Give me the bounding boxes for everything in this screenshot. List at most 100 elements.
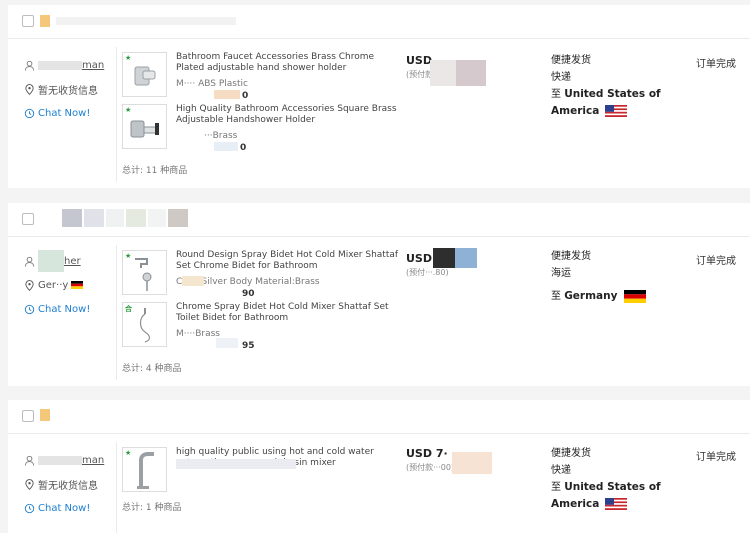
- us-flag-icon: [605, 498, 628, 510]
- user-icon: [24, 60, 35, 71]
- buyer-location: 暂无收货信息: [38, 480, 98, 492]
- shipping-carrier: 海运: [551, 268, 571, 279]
- product-attributes: M····Brass: [176, 329, 220, 339]
- clock-icon: [24, 108, 35, 118]
- redacted-block: [182, 276, 204, 286]
- product-thumbnail[interactable]: ★: [122, 52, 167, 97]
- chat-now-label: Chat Now!: [38, 303, 91, 315]
- redacted-block: [126, 209, 146, 227]
- tag-icon: ★: [125, 54, 132, 62]
- germany-flag-icon: [623, 289, 646, 303]
- us-flag-icon: [605, 105, 628, 117]
- buyer-info: man 暂无收货信息 Chat Now!: [24, 452, 114, 524]
- order-total-items: 总计: 11 种商品: [122, 166, 188, 176]
- destination-country: Germany: [564, 290, 618, 302]
- order-select-checkbox[interactable]: [22, 410, 34, 422]
- product-thumbnail[interactable]: ★: [122, 447, 167, 492]
- redacted-block: [84, 209, 104, 227]
- redacted-block: [176, 459, 296, 469]
- buyer-name-link[interactable]: man: [82, 455, 104, 466]
- product-price: 95: [242, 341, 255, 351]
- redacted-block: [430, 60, 456, 86]
- shipping-info: 便捷发货 快递 至 United States of America: [551, 52, 691, 120]
- clock-icon: [24, 304, 35, 314]
- redacted-block: [56, 17, 236, 25]
- redacted-block: [38, 455, 82, 465]
- buyer-location: Ger··y: [38, 279, 69, 291]
- product-price: 0: [242, 91, 249, 101]
- product-title-link[interactable]: Chrome Spray Bidet Hot Cold Mixer Shatta…: [176, 302, 402, 324]
- shipping-method: 便捷发货: [551, 251, 591, 262]
- redacted-block: [40, 409, 50, 421]
- redacted-block: [62, 209, 82, 227]
- location-pin-icon: [25, 83, 34, 95]
- product-item: ★ high quality public using hot and cold…: [122, 447, 402, 499]
- shipping-carrier: 快递: [551, 72, 571, 83]
- clock-icon: [24, 503, 35, 513]
- buyer-name-link[interactable]: man: [82, 60, 104, 71]
- product-list: ★ high quality public using hot and cold…: [122, 447, 402, 499]
- tag-icon: ★: [125, 449, 132, 457]
- shipping-method: 便捷发货: [551, 448, 591, 459]
- amount-prepaid: (预付···.80): [406, 268, 449, 277]
- product-attributes: Colo··Silver Body Material:Brass: [176, 277, 320, 287]
- user-icon: [24, 256, 35, 267]
- buyer-location: 暂无收货信息: [38, 85, 98, 97]
- order-status: 订单完成: [696, 256, 736, 267]
- chat-now-label: Chat Now!: [38, 502, 91, 514]
- product-title-link[interactable]: High Quality Bathroom Accessories Square…: [176, 104, 402, 126]
- tag-icon: ★: [125, 252, 132, 260]
- redacted-block: [452, 452, 492, 474]
- order-header: [8, 5, 750, 39]
- shipping-carrier: 快递: [551, 465, 571, 476]
- order-select-checkbox[interactable]: [22, 15, 34, 27]
- location-pin-icon: [25, 478, 34, 490]
- redacted-block: [214, 90, 240, 99]
- product-title-link[interactable]: Bathroom Faucet Accessories Brass Chrome…: [176, 52, 402, 74]
- tag-icon: 合: [125, 305, 132, 313]
- destination-country: United States of: [564, 88, 661, 100]
- redacted-block: [148, 209, 166, 227]
- order-total-items: 总计: 1 种商品: [122, 503, 182, 513]
- redacted-block: [456, 60, 486, 86]
- order-total-items: 总计: 4 种商品: [122, 364, 182, 374]
- shipping-method: 便捷发货: [551, 55, 591, 66]
- product-item: ★ Bathroom Faucet Accessories Brass Chro…: [122, 52, 402, 104]
- buyer-info: her Ger··y Chat Now!: [24, 250, 114, 325]
- order-header: [8, 203, 750, 237]
- location-pin-icon: [25, 279, 34, 291]
- redacted-block: [455, 248, 477, 268]
- dest-prefix: 至: [551, 482, 561, 493]
- product-title-link[interactable]: Round Design Spray Bidet Hot Cold Mixer …: [176, 250, 402, 272]
- product-item: ★ Round Design Spray Bidet Hot Cold Mixe…: [122, 250, 402, 302]
- chat-now-link[interactable]: Chat Now!: [24, 301, 114, 317]
- destination-country: America: [551, 498, 600, 510]
- chat-now-link[interactable]: Chat Now!: [24, 500, 114, 516]
- user-icon: [24, 455, 35, 466]
- product-attributes: M···· ABS Plastic: [176, 79, 248, 89]
- chat-now-label: Chat Now!: [38, 107, 91, 119]
- product-attributes: ···Brass: [204, 131, 238, 141]
- product-list: ★ Bathroom Faucet Accessories Brass Chro…: [122, 52, 402, 156]
- order-card: her Ger··y Chat Now! ★ Round Design Spra…: [8, 203, 750, 386]
- redacted-block: [106, 209, 124, 227]
- product-thumbnail[interactable]: 合: [122, 302, 167, 347]
- redacted-block: [40, 15, 50, 27]
- order-status: 订单完成: [696, 59, 736, 70]
- germany-flag-icon: [71, 281, 84, 289]
- product-thumbnail[interactable]: ★: [122, 104, 167, 149]
- product-thumbnail[interactable]: ★: [122, 250, 167, 295]
- chat-now-link[interactable]: Chat Now!: [24, 105, 114, 121]
- tag-icon: ★: [125, 106, 132, 114]
- divider: [116, 245, 117, 380]
- product-item: ★ High Quality Bathroom Accessories Squa…: [122, 104, 402, 156]
- product-price: 90: [242, 289, 255, 299]
- order-select-checkbox[interactable]: [22, 213, 34, 225]
- order-card: man 暂无收货信息 Chat Now! ★ Bathroom Faucet A…: [8, 5, 750, 188]
- buyer-name-link[interactable]: her: [64, 256, 81, 267]
- divider: [116, 442, 117, 533]
- redacted-block: [214, 142, 238, 151]
- order-card: man 暂无收货信息 Chat Now! ★ high quality publ…: [8, 400, 750, 533]
- shipping-info: 便捷发货 快递 至 United States of America: [551, 445, 691, 513]
- buyer-info: man 暂无收货信息 Chat Now!: [24, 57, 114, 129]
